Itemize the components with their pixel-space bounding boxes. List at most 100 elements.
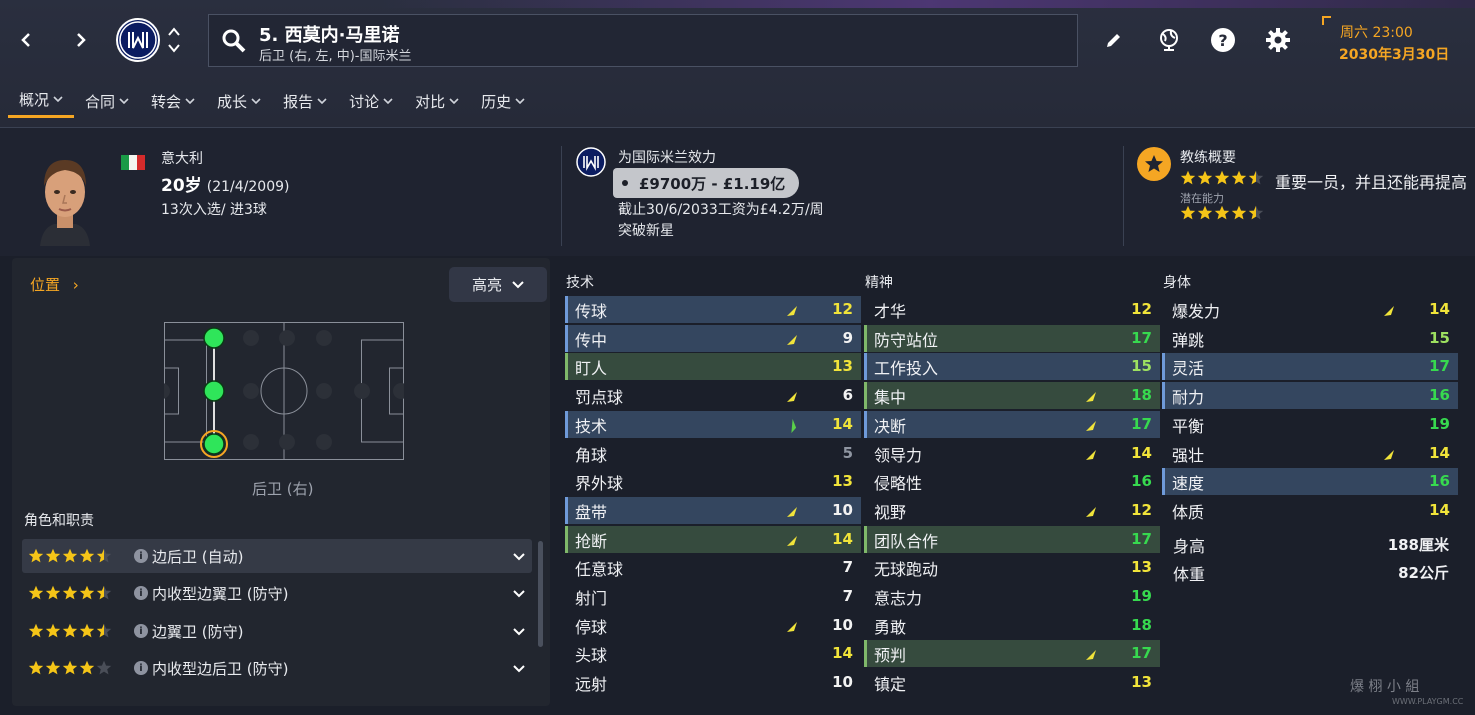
coach-summary-title[interactable]: 教练概要 [1180,147,1236,167]
tab-4[interactable]: 报告 [272,84,338,118]
mental-attribute-row[interactable]: 视野 12 [864,497,1160,524]
search-icon [222,29,246,53]
attribute-name: 无球跑动 [874,559,939,579]
tab-2[interactable]: 转会 [140,84,206,118]
technical-attribute-row[interactable]: 抢断 14 [565,526,861,553]
info-icon[interactable]: i [134,624,148,638]
technical-attribute-row[interactable]: 角球 5 [565,440,861,467]
physical-attribute-row[interactable]: 速度 16 [1162,468,1458,495]
technical-attribute-row[interactable]: 头球 14 [565,640,861,667]
role-row[interactable]: i 边翼卫 (防守) [22,614,532,648]
watermark-text: 爆 栩 小 組 [1350,679,1420,695]
technical-attribute-row[interactable]: 技术 14 [565,411,861,438]
tab-1[interactable]: 合同 [74,84,140,118]
position-dot-center [203,380,225,402]
mental-attribute-row[interactable]: 防守站位 17 [864,325,1160,352]
value-tag[interactable]: £9700万 - £1.19亿 [613,168,799,198]
progress-arrow-icon [785,619,799,633]
attribute-name: 预判 [874,645,907,665]
mental-attribute-row[interactable]: 领导力 14 [864,440,1160,467]
physical-title: 身体 [1163,275,1191,291]
technical-attribute-row[interactable]: 传球 12 [565,296,861,323]
chevron-down-icon[interactable] [512,586,526,600]
attribute-value: 10 [832,501,853,519]
progress-arrow-icon [1084,447,1098,461]
star-icon [45,623,61,638]
edit-button[interactable] [1096,22,1132,58]
settings-button[interactable] [1260,22,1296,58]
help-button[interactable]: ? [1205,22,1241,58]
roles-scrollbar[interactable] [538,541,543,647]
game-time: 周六 23:00 [1340,25,1413,41]
club-switch-arrows[interactable] [166,24,182,56]
attribute-value: 12 [832,300,853,318]
progress-arrow-icon [785,303,799,317]
game-date[interactable]: 周六 23:00 2030年3月30日 [1322,16,1467,66]
physical-attribute-row[interactable]: 灵活 17 [1162,353,1458,380]
mental-attribute-row[interactable]: 无球跑动 13 [864,554,1160,581]
mental-attribute-row[interactable]: 工作投入 15 [864,353,1160,380]
chevron-down-icon[interactable] [512,624,526,638]
coach-report-badge[interactable] [1137,147,1171,181]
technical-attribute-row[interactable]: 停球 10 [565,612,861,639]
club-badge[interactable] [116,18,160,62]
technical-attribute-row[interactable]: 射门 7 [565,583,861,610]
mental-attribute-row[interactable]: 预判 17 [864,640,1160,667]
physical-attribute-row[interactable]: 爆发力 14 [1162,296,1458,323]
mental-attribute-row[interactable]: 团队合作 17 [864,526,1160,553]
highlight-dropdown[interactable]: 高亮 [449,267,547,302]
tab-7[interactable]: 历史 [470,84,536,118]
tab-0[interactable]: 概况 [8,84,75,118]
physical-attribute-row[interactable]: 体质 14 [1162,497,1458,524]
physical-attribute-row[interactable]: 强壮 14 [1162,440,1458,467]
tab-3[interactable]: 成长 [206,84,272,118]
info-icon[interactable]: i [134,586,148,600]
chevron-down-icon[interactable] [512,661,526,675]
technical-attribute-row[interactable]: 罚点球 6 [565,382,861,409]
nationality[interactable]: 意大利 [161,148,203,168]
attribute-name: 体质 [1172,502,1205,522]
info-icon[interactable]: i [134,549,148,563]
physical-attribute-row[interactable]: 平衡 19 [1162,411,1458,438]
mental-attribute-row[interactable]: 意志力 19 [864,583,1160,610]
attribute-value: 7 [842,558,853,576]
back-button[interactable] [11,25,41,55]
technical-attribute-row[interactable]: 盯人 13 [565,353,861,380]
chevron-down-icon [185,96,195,107]
role-row[interactable]: i 边后卫 (自动) [22,539,532,573]
player-search-box[interactable]: 5. 西莫内·马里诺 后卫 (右, 左, 中)-国际米兰 [208,14,1078,67]
technical-attribute-row[interactable]: 任意球 7 [565,554,861,581]
star-icon [28,660,44,675]
club-small-badge[interactable] [575,146,607,178]
attribute-name: 平衡 [1172,416,1205,436]
up-down-chevron-icon [168,27,180,53]
mental-attribute-row[interactable]: 镇定 13 [864,669,1160,696]
role-row[interactable]: i 内收型边后卫 (防守) [22,651,532,685]
mental-attribute-row[interactable]: 集中 18 [864,382,1160,409]
role-row[interactable]: i 内收型边翼卫 (防守) [22,576,532,610]
plays-for[interactable]: 为国际米兰效力 [618,147,716,167]
technical-attribute-row[interactable]: 界外球 13 [565,468,861,495]
star-icon [1214,205,1230,220]
forward-button[interactable] [66,25,96,55]
physical-attribute-row[interactable]: 弹跳 15 [1162,325,1458,352]
mental-attribute-row[interactable]: 勇敢 18 [864,612,1160,639]
technical-attribute-row[interactable]: 传中 9 [565,325,861,352]
tab-6[interactable]: 对比 [404,84,470,118]
technical-attribute-row[interactable]: 盘带 10 [565,497,861,524]
position-link[interactable]: 位置 › [30,274,79,295]
contract-info[interactable]: 截止30/6/2033工资为£4.2万/周 [618,199,824,219]
tab-5[interactable]: 讨论 [338,84,404,118]
info-icon[interactable]: i [134,661,148,675]
mental-attribute-row[interactable]: 侵略性 16 [864,468,1160,495]
attribute-value: 13 [1131,558,1152,576]
mental-attribute-row[interactable]: 决断 17 [864,411,1160,438]
mental-attribute-row[interactable]: 才华 12 [864,296,1160,323]
scout-button[interactable] [1151,22,1187,58]
attribute-value: 16 [1429,472,1450,490]
chevron-down-icon[interactable] [512,549,526,563]
physical-attribute-row[interactable]: 耐力 16 [1162,382,1458,409]
progress-arrow-icon [1084,647,1098,661]
progress-arrow-icon [1382,447,1396,461]
technical-attribute-row[interactable]: 远射 10 [565,669,861,696]
